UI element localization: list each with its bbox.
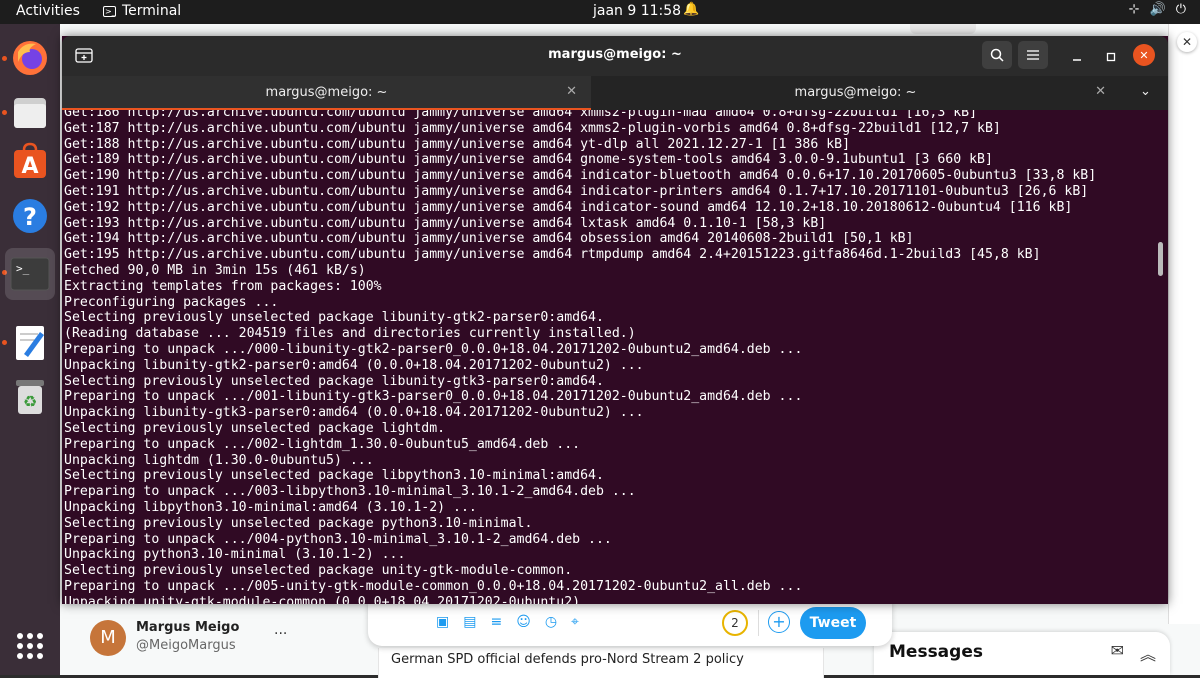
dock: A ? >_ ♻ bbox=[0, 24, 60, 675]
app-menu[interactable]: >_ Terminal bbox=[103, 3, 181, 19]
top-bar: Activities >_ Terminal jaan 9 11:58 🔔 ⊹ … bbox=[0, 0, 1200, 24]
terminal-window: margus@meigo: ~ ✕ margus@meigo: ~ ✕ marg… bbox=[62, 36, 1168, 604]
minimize-icon[interactable] bbox=[1062, 43, 1092, 71]
power-icon: ⏻ bbox=[1175, 2, 1186, 17]
text-editor-icon[interactable] bbox=[8, 320, 52, 364]
svg-text:?: ? bbox=[23, 203, 37, 231]
terminal-output[interactable]: Get:186 http://us.archive.ubuntu.com/ubu… bbox=[64, 110, 1154, 604]
location-icon[interactable]: ⌖ bbox=[571, 614, 579, 630]
tab-terminal-2[interactable]: margus@meigo: ~ ✕ bbox=[591, 76, 1120, 110]
search-icon[interactable] bbox=[982, 41, 1012, 69]
svg-text:♻: ♻ bbox=[23, 392, 37, 411]
messages-drawer[interactable]: Messages ✉ ︽ bbox=[874, 632, 1170, 675]
collapse-icon[interactable]: ︽ bbox=[1140, 641, 1156, 665]
image-icon[interactable]: ▣ bbox=[436, 614, 449, 630]
notification-bell-icon[interactable]: 🔔 bbox=[683, 2, 699, 17]
chevron-down-icon[interactable]: ⌄ bbox=[1140, 84, 1151, 99]
divider bbox=[758, 610, 759, 636]
system-tray[interactable]: ⊹ 🔊 ⏻ bbox=[1129, 2, 1186, 17]
news-item[interactable]: German SPD official defends pro-Nord Str… bbox=[378, 648, 824, 678]
svg-text:A: A bbox=[21, 154, 38, 179]
clock[interactable]: jaan 9 11:58 bbox=[593, 3, 681, 19]
close-icon[interactable]: ✕ bbox=[1177, 32, 1197, 52]
new-message-icon[interactable]: ✉ bbox=[1111, 641, 1124, 665]
volume-icon: 🔊 bbox=[1149, 2, 1166, 17]
maximize-icon[interactable] bbox=[1096, 43, 1126, 71]
profile-name: Margus Meigo bbox=[136, 620, 240, 635]
running-indicator bbox=[2, 340, 7, 345]
activities-button[interactable]: Activities bbox=[16, 3, 80, 19]
tab-label: margus@meigo: ~ bbox=[794, 85, 917, 100]
tab-bar: margus@meigo: ~ ✕ margus@meigo: ~ ✕ ⌄ bbox=[62, 76, 1168, 110]
hamburger-menu-icon[interactable] bbox=[1018, 41, 1048, 69]
software-icon[interactable]: A bbox=[8, 140, 52, 184]
scrollbar[interactable] bbox=[1158, 242, 1163, 276]
gif-icon[interactable]: ▤ bbox=[463, 614, 476, 630]
app-menu-label: Terminal bbox=[122, 3, 182, 19]
title-bar: margus@meigo: ~ ✕ bbox=[62, 36, 1168, 76]
news-headline[interactable]: German SPD official defends pro-Nord Str… bbox=[391, 652, 744, 667]
trash-icon[interactable]: ♻ bbox=[8, 374, 52, 418]
terminal-text: Get:186 http://us.archive.ubuntu.com/ubu… bbox=[64, 110, 1097, 604]
tweet-composer-toolbar: ▣ ▤ ≡ ☺ ◷ ⌖ 2 + Tweet bbox=[368, 600, 892, 646]
tweet-button[interactable]: Tweet bbox=[800, 607, 866, 639]
show-applications-icon[interactable] bbox=[8, 624, 52, 668]
messages-title: Messages bbox=[889, 642, 983, 662]
character-counter: 2 bbox=[722, 610, 748, 636]
terminal-dock-icon[interactable]: >_ bbox=[5, 248, 55, 300]
browser-side-panel: ✕ bbox=[1168, 24, 1200, 624]
firefox-icon[interactable] bbox=[8, 36, 52, 80]
browser-card-edge bbox=[910, 24, 976, 34]
schedule-icon[interactable]: ◷ bbox=[545, 614, 557, 630]
running-indicator bbox=[2, 56, 7, 61]
poll-icon[interactable]: ≡ bbox=[490, 614, 502, 630]
emoji-icon[interactable]: ☺ bbox=[516, 614, 531, 630]
close-icon[interactable]: ✕ bbox=[1133, 44, 1155, 66]
more-icon[interactable]: ... bbox=[274, 622, 287, 638]
tab-label: margus@meigo: ~ bbox=[265, 85, 388, 100]
tab-terminal-1[interactable]: margus@meigo: ~ ✕ bbox=[62, 76, 591, 110]
avatar: M bbox=[90, 620, 126, 656]
terminal-icon: >_ bbox=[103, 5, 116, 17]
help-icon[interactable]: ? bbox=[8, 194, 52, 238]
svg-text:>_: >_ bbox=[16, 262, 30, 275]
running-indicator bbox=[2, 110, 7, 115]
close-tab-icon[interactable]: ✕ bbox=[566, 84, 577, 99]
network-icon: ⊹ bbox=[1128, 2, 1140, 17]
close-tab-icon[interactable]: ✕ bbox=[1095, 84, 1106, 99]
add-tweet-button[interactable]: + bbox=[768, 611, 790, 633]
files-icon[interactable] bbox=[8, 90, 52, 134]
profile-handle: @MeigoMargus bbox=[136, 638, 236, 653]
